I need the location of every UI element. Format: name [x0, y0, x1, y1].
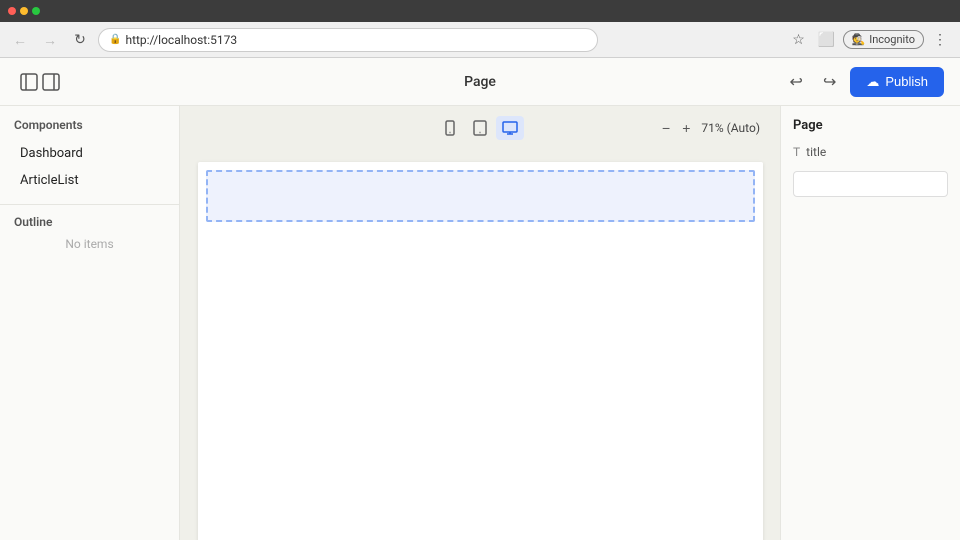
browser-menu-button[interactable]: ⋮: [928, 28, 952, 52]
panel-toggle-button[interactable]: [16, 69, 64, 95]
app-header: Page ↩ ↪ ☁ Publish: [0, 58, 960, 106]
browser-back-button[interactable]: ←: [8, 28, 32, 52]
device-desktop-button[interactable]: [496, 116, 524, 140]
canvas-area: − + 71% (Auto): [180, 106, 780, 540]
canvas-toolbar: − + 71% (Auto): [180, 106, 780, 150]
sidebar-item-dashboard[interactable]: Dashboard ⋮⋮: [6, 140, 173, 167]
left-sidebar: Components Dashboard ⋮⋮ ArticleList ⋮⋮ O…: [0, 106, 180, 540]
right-sidebar: Page T title: [780, 106, 960, 540]
canvas-page[interactable]: [198, 162, 763, 540]
prop-title-input[interactable]: [793, 171, 948, 197]
publish-cloud-icon: ☁: [866, 74, 879, 90]
publish-label: Publish: [885, 74, 928, 89]
publish-button[interactable]: ☁ Publish: [850, 67, 944, 97]
undo-button[interactable]: ↩: [784, 68, 809, 96]
redo-button[interactable]: ↪: [817, 68, 842, 96]
browser-dot-maximize[interactable]: [32, 7, 40, 15]
articlelist-label: ArticleList: [20, 173, 79, 188]
dashboard-label: Dashboard: [20, 146, 83, 161]
prop-type-icon: T: [793, 145, 800, 159]
panel-right-svg: [42, 73, 60, 91]
zoom-in-button[interactable]: +: [677, 117, 695, 139]
prop-label: title: [806, 145, 826, 159]
browser-reload-button[interactable]: ↻: [68, 28, 92, 52]
main-content: Components Dashboard ⋮⋮ ArticleList ⋮⋮ O…: [0, 106, 960, 540]
browser-address-bar[interactable]: 🔒 http://localhost:5173: [98, 28, 598, 52]
zoom-controls: − + 71% (Auto): [657, 117, 764, 139]
browser-chrome: [0, 0, 960, 22]
browser-url: http://localhost:5173: [125, 33, 237, 47]
components-section-title: Components: [0, 118, 179, 140]
header-right: ↩ ↪ ☁ Publish: [784, 67, 944, 97]
device-buttons: [436, 116, 524, 140]
incognito-icon: 🕵️: [852, 33, 866, 46]
device-tablet-button[interactable]: [466, 116, 494, 140]
desktop-icon: [502, 120, 518, 136]
sidebar-item-articlelist[interactable]: ArticleList ⋮⋮: [6, 167, 173, 194]
incognito-label: Incognito: [869, 33, 915, 46]
outline-title: Outline: [14, 215, 165, 229]
canvas-selected-element[interactable]: [206, 170, 755, 222]
browser-toolbar: ← → ↻ 🔒 http://localhost:5173 ☆ ⬜ 🕵️ Inc…: [0, 22, 960, 58]
browser-forward-button[interactable]: →: [38, 28, 62, 52]
outline-empty-label: No items: [14, 237, 165, 251]
lock-icon: 🔒: [109, 34, 121, 45]
panel-left-svg: [20, 73, 38, 91]
canvas-viewport[interactable]: [180, 150, 780, 540]
panel-right-icon: [42, 73, 60, 91]
mobile-icon: [442, 120, 458, 136]
device-mobile-button[interactable]: [436, 116, 464, 140]
page-title: Page: [464, 74, 496, 90]
right-panel-title: Page: [793, 118, 948, 133]
zoom-label[interactable]: 71% (Auto): [697, 119, 764, 137]
browser-right-icons: ☆ ⬜ 🕵️ Incognito ⋮: [787, 28, 953, 52]
panel-left-icon: [20, 73, 38, 91]
outline-section: Outline No items: [0, 215, 179, 251]
browser-extension-button[interactable]: ⬜: [815, 28, 839, 52]
app-container: Page ↩ ↪ ☁ Publish Components Dashboard …: [0, 58, 960, 540]
zoom-out-button[interactable]: −: [657, 117, 675, 139]
browser-dot-close[interactable]: [8, 7, 16, 15]
prop-row-title: T title: [793, 145, 948, 159]
tablet-icon: [472, 120, 488, 136]
incognito-badge: 🕵️ Incognito: [843, 30, 925, 49]
sidebar-divider: [0, 204, 179, 205]
header-left: [16, 69, 64, 95]
browser-bookmark-button[interactable]: ☆: [787, 28, 811, 52]
browser-dot-minimize[interactable]: [20, 7, 28, 15]
